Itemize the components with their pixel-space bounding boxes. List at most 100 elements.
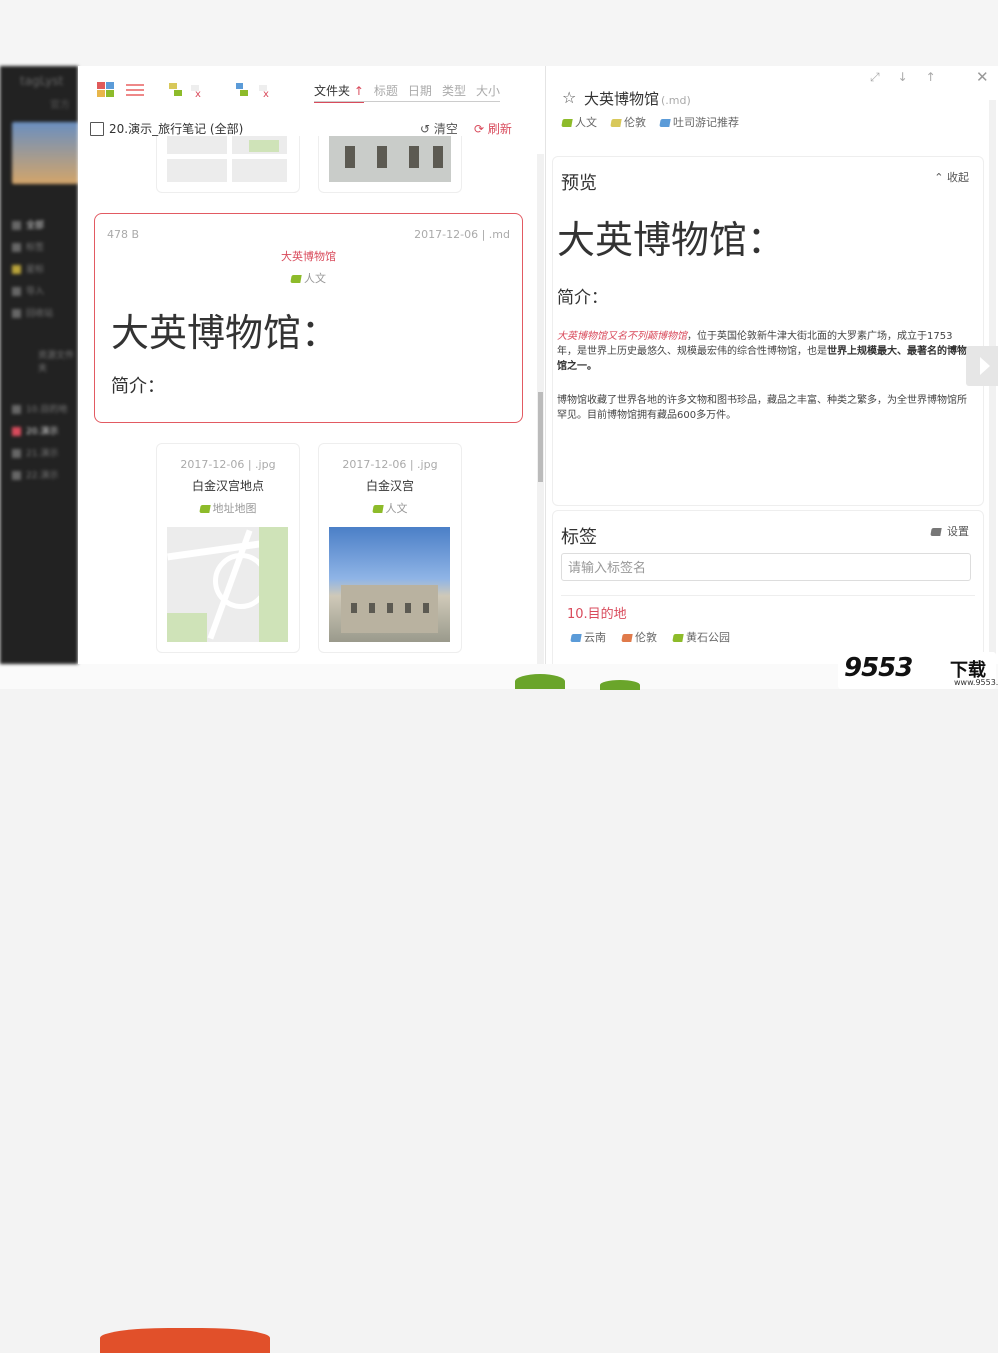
svg-text:x: x — [195, 89, 201, 98]
tag-icon — [659, 119, 671, 127]
tag-filter-icon[interactable] — [168, 82, 186, 98]
arrow-down-icon[interactable]: ↓ — [898, 70, 908, 85]
note-heading: 大英博物馆： — [111, 311, 340, 355]
tag-icon — [672, 634, 684, 642]
tags-panel: 标签 设置 请输入标签名 10.目的地 云南 伦敦 黄石公园 — [552, 510, 984, 664]
preview-panel: 预览 ⌃ 收起 大英博物馆： 简介： 大英博物馆又名不列颠博物馆，位于英国伦敦新… — [552, 156, 984, 506]
tag-group-title: 10.目的地 — [567, 607, 627, 622]
card-tag[interactable]: 地址地图 — [157, 500, 299, 516]
refresh-button[interactable]: ⟳ 刷新 — [474, 120, 512, 137]
list-view-icon[interactable] — [126, 82, 144, 98]
note-list-panel: x x 文件夹 ↑ 标题 日期 类型 大小 20.演示_旅行笔记 (全部) ↺ … — [78, 66, 546, 664]
tag-icon — [570, 634, 582, 642]
sidebar-folder[interactable]: 10.目的地 — [12, 402, 67, 415]
sort-asc-icon: ↑ — [353, 84, 364, 98]
tag-icon — [198, 505, 211, 513]
tag-icon — [290, 275, 302, 283]
detail-tag[interactable]: 伦敦 — [610, 114, 646, 130]
sort-tabs: 文件夹 ↑ 标题 日期 类型 大小 — [314, 82, 500, 103]
app-sub: 官方 — [50, 100, 70, 111]
tag-icon — [610, 119, 622, 127]
sidebar-folders-title: 资源文件夹 — [38, 351, 75, 374]
svg-text:x: x — [263, 89, 269, 98]
note-date: 2017-12-06 | .md — [414, 228, 510, 241]
card-title: 白金汉宫 — [365, 479, 414, 493]
tag-icon — [621, 634, 633, 642]
flower-image — [515, 674, 565, 689]
sidebar-item-tags[interactable]: 标签 — [12, 240, 44, 253]
detail-tag[interactable]: 人文 — [561, 114, 597, 130]
note-card[interactable] — [318, 136, 462, 193]
tab-sort-size[interactable]: 大小 — [476, 82, 500, 103]
note-card[interactable]: 2017-12-06 | .jpg 白金汉宫 人文 — [318, 443, 462, 653]
list-scrollbar[interactable] — [537, 154, 544, 664]
desktop-backdrop — [0, 0, 998, 66]
note-tag[interactable]: 人文 — [95, 270, 522, 286]
note-title: 大英博物馆 — [281, 250, 336, 263]
tag-icon — [371, 505, 384, 513]
tag-option[interactable]: 黄石公园 — [672, 629, 730, 645]
color-tag-clear-icon[interactable]: x — [258, 82, 276, 100]
card-title: 白金汉宫地点 — [191, 479, 264, 493]
flower-image — [100, 1328, 270, 1353]
next-arrow-button[interactable] — [966, 346, 998, 386]
app-brand: tagLyst — [20, 74, 64, 88]
preview-heading: 大英博物馆： — [557, 218, 786, 262]
note-card[interactable] — [156, 136, 300, 193]
detail-title: 大英博物馆 (.md) — [584, 90, 691, 108]
folder-icon — [90, 121, 104, 136]
folder-path: 20.演示_旅行笔记 (全部) — [90, 120, 243, 137]
note-size: 478 B — [107, 228, 140, 241]
tag-option[interactable]: 云南 — [570, 629, 606, 645]
sidebar-item-trash[interactable]: 回收站 — [12, 306, 53, 319]
tag-clear-icon[interactable]: x — [190, 82, 208, 100]
scroll-thumb[interactable] — [538, 392, 543, 482]
selected-note-card[interactable]: 478 B 2017-12-06 | .md 大英博物馆 人文 大英博物馆： 简… — [94, 213, 523, 423]
collapse-icon[interactable]: ⤢ — [870, 70, 880, 85]
card-meta: 2017-12-06 | .jpg — [342, 458, 438, 471]
photo-thumbnail — [329, 136, 451, 182]
preview-paragraph: 大英博物馆又名不列颠博物馆，位于英国伦敦新牛津大街北面的大罗素广场，成立于175… — [557, 331, 967, 372]
note-card[interactable]: 2017-12-06 | .jpg 白金汉宫地点 地址地图 — [156, 443, 300, 653]
tags-label: 标签 — [561, 527, 597, 548]
preview-label: 预览 — [561, 173, 597, 194]
tag-settings-button[interactable]: 设置 — [929, 523, 969, 539]
collapse-button[interactable]: ⌃ 收起 — [934, 169, 969, 185]
sidebar-item-all[interactable]: 全部 — [12, 218, 44, 231]
tag-icon — [561, 119, 573, 127]
sidebar-item-starred[interactable]: 星标 — [12, 262, 44, 275]
tab-sort-date[interactable]: 日期 — [408, 82, 432, 103]
preview-subheading: 简介： — [557, 288, 608, 308]
preview-paragraph: 博物馆收藏了世界各地的许多文物和图书珍品，藏品之丰富、种类之繁多，为全世界博物馆… — [557, 395, 967, 421]
detail-tag[interactable]: 吐司游记推荐 — [659, 114, 739, 130]
grid-view-icon[interactable] — [97, 82, 115, 98]
watermark-logo: 9553 下载 www.9553.com — [838, 652, 998, 689]
divider — [561, 595, 975, 596]
tag-group-items: 云南 伦敦 黄石公园 — [570, 629, 730, 645]
arrow-up-icon[interactable]: ↑ — [926, 70, 936, 85]
tab-sort-type[interactable]: 类型 — [442, 82, 466, 103]
close-icon[interactable]: ✕ — [976, 68, 989, 86]
detail-tags: 人文 伦敦 吐司游记推荐 — [561, 114, 739, 130]
map-thumbnail — [167, 527, 288, 642]
tag-icon — [929, 528, 942, 536]
sidebar-folder[interactable]: 21.演示 — [12, 446, 58, 459]
sidebar-item-import[interactable]: 导入 — [12, 284, 44, 297]
sidebar-folder[interactable]: 22.演示 — [12, 468, 58, 481]
tab-sort-folder[interactable]: 文件夹 ↑ — [314, 82, 364, 103]
tag-name-input[interactable]: 请输入标签名 — [561, 553, 971, 581]
tag-option[interactable]: 伦敦 — [621, 629, 657, 645]
sidebar-folder[interactable]: 20.演示 — [12, 424, 58, 437]
tab-sort-title[interactable]: 标题 — [374, 82, 398, 103]
color-tag-icon[interactable] — [234, 82, 252, 98]
list-toolbar: x x 文件夹 ↑ 标题 日期 类型 大小 — [78, 66, 545, 116]
card-tag[interactable]: 人文 — [319, 500, 461, 516]
map-thumbnail — [167, 136, 287, 182]
clear-button[interactable]: ↺ 清空 — [420, 120, 458, 137]
sidebar-thumbnail — [12, 122, 78, 184]
photo-thumbnail — [329, 527, 450, 642]
detail-panel: ⤢ ↓ ↑ ✕ ☆ 大英博物馆 (.md) 人文 伦敦 吐司游记推荐 预览 ⌃ 收… — [546, 66, 998, 664]
star-icon[interactable]: ☆ — [562, 88, 576, 107]
note-subheading: 简介： — [111, 376, 165, 397]
sidebar: tagLyst 官方 全部 标签 星标 导入 回收站 资源文件夹 10.目的地 … — [0, 66, 78, 664]
